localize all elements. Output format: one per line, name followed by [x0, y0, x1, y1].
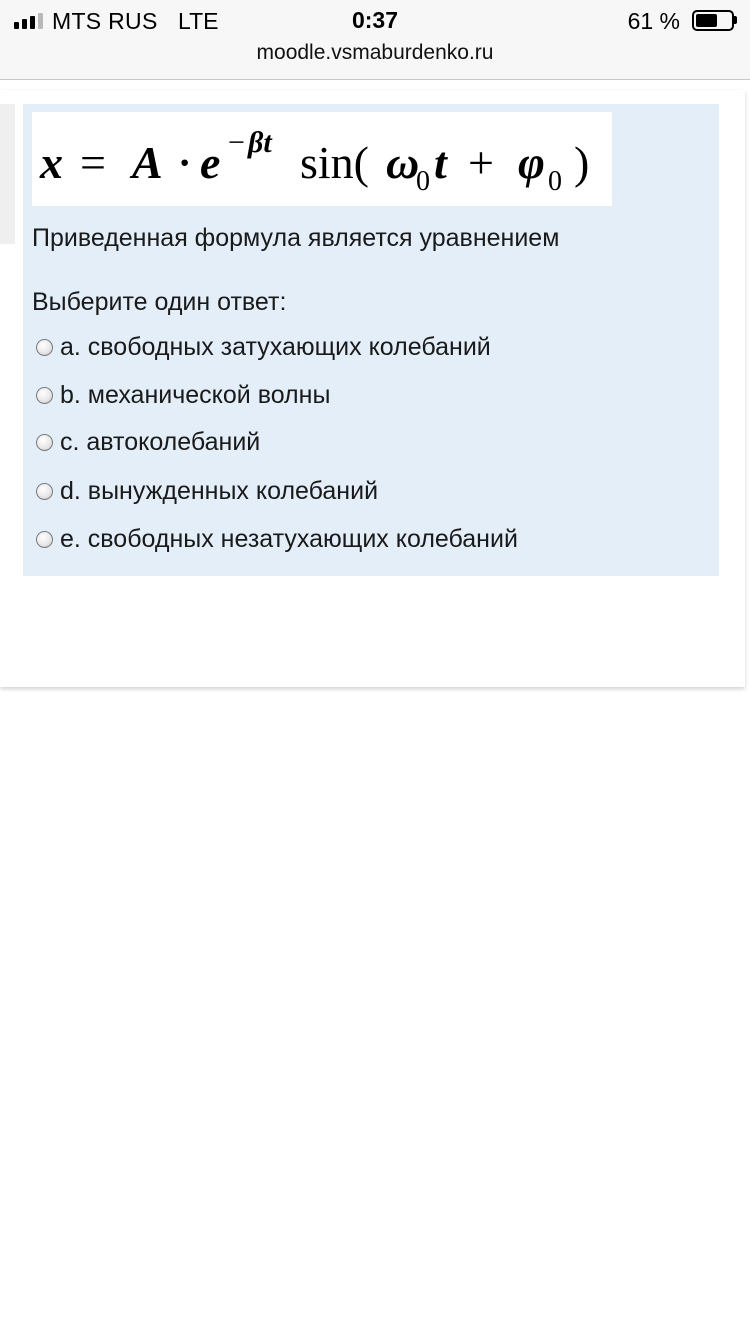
answer-option-d[interactable]: d. вынужденных колебаний: [36, 476, 378, 506]
answer-label[interactable]: e. свободных незатухающих колебаний: [60, 525, 518, 554]
answer-option-c[interactable]: c. автоколебаний: [36, 427, 260, 457]
url-text[interactable]: moodle.vsmaburdenko.ru: [0, 41, 750, 65]
radio-button[interactable]: [36, 433, 53, 451]
formula-dot: ·: [178, 140, 191, 185]
answer-option-e[interactable]: e. свободных незатухающих колебаний: [36, 524, 518, 554]
question-info-panel: [0, 104, 15, 244]
formula-phi: φ: [518, 137, 545, 188]
answer-label[interactable]: c. автоколебаний: [60, 428, 260, 457]
answer-label[interactable]: a. свободных затухающих колебаний: [60, 333, 491, 362]
formula-image: x = A · e − βt sin( ω 0 t + φ 0 ): [32, 112, 612, 206]
formula-close-paren: ): [574, 137, 589, 188]
battery-level-fill: [696, 14, 717, 27]
radio-button[interactable]: [36, 482, 53, 500]
formula-omega: ω: [386, 137, 419, 188]
formula-t: t: [434, 137, 448, 188]
radio-button[interactable]: [36, 338, 53, 356]
battery-icon: [692, 10, 737, 31]
formula-sin: sin(: [300, 137, 369, 188]
answer-label[interactable]: d. вынужденных колебаний: [60, 477, 378, 506]
radio-button[interactable]: [36, 386, 53, 404]
formula-plus: +: [468, 137, 494, 188]
answer-label[interactable]: b. механической волны: [60, 381, 330, 410]
answer-option-a[interactable]: a. свободных затухающих колебаний: [36, 332, 491, 362]
battery-percent: 61 %: [627, 8, 680, 34]
answer-option-b[interactable]: b. механической волны: [36, 380, 330, 410]
formula-omega-subscript: 0: [416, 166, 430, 197]
formula-amplitude: A: [129, 137, 163, 188]
formula-e: e: [200, 137, 220, 188]
status-bar: MTS RUS LTE 0:37 61 %: [0, 0, 750, 40]
formula-x: x: [39, 137, 63, 188]
formula-phi-subscript: 0: [548, 166, 562, 197]
formula-exponent-minus: −: [228, 126, 245, 159]
formula-exponent-beta-t: βt: [247, 126, 273, 159]
formula-equals: =: [80, 137, 106, 188]
question-text: Приведенная формула является уравнением: [32, 224, 560, 252]
radio-button[interactable]: [36, 530, 53, 548]
address-bar[interactable]: moodle.vsmaburdenko.ru: [0, 40, 750, 80]
answer-prompt: Выберите один ответ:: [32, 288, 287, 316]
